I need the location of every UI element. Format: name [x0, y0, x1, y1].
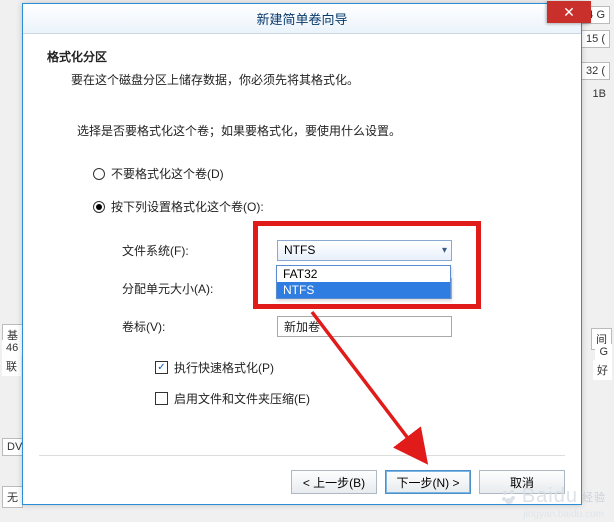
close-icon: ✕ — [563, 4, 575, 21]
bg-text: G — [595, 344, 612, 360]
watermark-brand: Baidu — [522, 485, 578, 508]
dropdown-option-fat32[interactable]: FAT32 — [277, 266, 450, 282]
bg-text: 联 — [2, 356, 21, 376]
radio-no-format-label: 不要格式化这个卷(D) — [111, 165, 224, 182]
button-bar: < 上一步(B) 下一步(N) > 取消 — [39, 455, 565, 494]
filesystem-dropdown[interactable]: FAT32 NTFS — [276, 265, 451, 299]
volume-label-value: 新加卷 — [284, 318, 320, 335]
watermark: Baidu 经验 — [500, 485, 606, 508]
back-button[interactable]: < 上一步(B) — [291, 470, 377, 494]
compression-checkbox[interactable]: 启用文件和文件夹压缩(E) — [155, 390, 557, 407]
label-volume: 卷标(V): — [122, 318, 277, 335]
watermark-url: jingyan.baidu.com — [523, 509, 604, 520]
quick-format-checkbox[interactable]: 执行快速格式化(P) — [155, 359, 557, 376]
label-allocation-unit: 分配单元大小(A): — [122, 280, 277, 297]
filesystem-value: NTFS — [284, 243, 315, 257]
filesystem-select[interactable]: NTFS ▾ — [277, 240, 452, 261]
next-button-label: 下一步(N) > — [396, 474, 459, 491]
bg-text: 1B — [589, 86, 610, 102]
quick-format-label: 执行快速格式化(P) — [174, 359, 274, 376]
back-button-label: < 上一步(B) — [303, 474, 365, 491]
section-desc: 要在这个磁盘分区上储存数据，你必须先将其格式化。 — [71, 71, 557, 88]
checkbox-icon — [155, 361, 168, 374]
bg-text: 15 ( — [581, 30, 610, 48]
section-title: 格式化分区 — [47, 48, 557, 65]
next-button[interactable]: 下一步(N) > — [385, 470, 471, 494]
dialog-content: 格式化分区 要在这个磁盘分区上储存数据，你必须先将其格式化。 选择是否要格式化这… — [23, 34, 581, 407]
bg-text: 46 — [2, 340, 22, 356]
bg-text: 无 — [2, 486, 23, 508]
close-button[interactable]: ✕ — [547, 1, 591, 23]
chevron-down-icon: ▾ — [442, 245, 447, 256]
label-filesystem: 文件系统(F): — [122, 242, 277, 259]
checkbox-icon — [155, 392, 168, 405]
paw-icon — [500, 488, 518, 506]
radio-format-label: 按下列设置格式化这个卷(O): — [111, 198, 264, 215]
dropdown-option-ntfs[interactable]: NTFS — [277, 282, 450, 298]
bg-text: 好 — [593, 360, 612, 380]
radio-no-format[interactable]: 不要格式化这个卷(D) — [93, 165, 557, 182]
radio-icon — [93, 201, 105, 213]
compression-label: 启用文件和文件夹压缩(E) — [174, 390, 310, 407]
watermark-sub: 经验 — [582, 489, 606, 505]
dialog-title: 新建简单卷向导 — [256, 9, 347, 28]
bg-text: 32 ( — [581, 62, 610, 80]
instruction-text: 选择是否要格式化这个卷；如果要格式化，要使用什么设置。 — [77, 122, 557, 139]
titlebar[interactable]: 新建简单卷向导 ✕ — [23, 4, 581, 34]
volume-label-input[interactable]: 新加卷 — [277, 316, 452, 337]
radio-format[interactable]: 按下列设置格式化这个卷(O): — [93, 198, 557, 215]
wizard-dialog: 新建简单卷向导 ✕ 格式化分区 要在这个磁盘分区上储存数据，你必须先将其格式化。… — [22, 3, 582, 505]
radio-icon — [93, 168, 105, 180]
